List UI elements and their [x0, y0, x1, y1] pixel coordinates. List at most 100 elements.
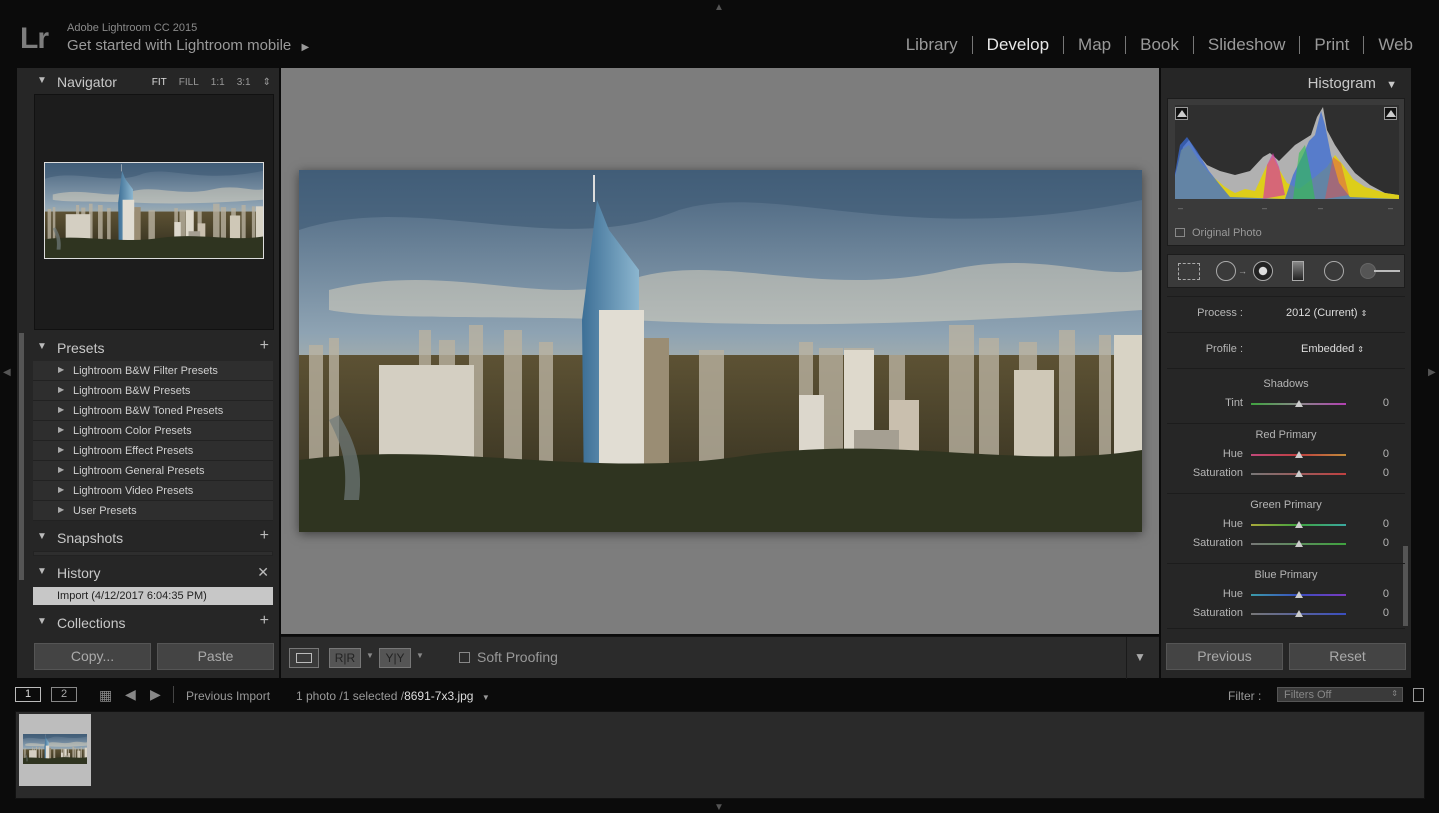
presets-header[interactable]: ▼ Presets +	[17, 336, 279, 360]
preset-folder[interactable]: ▶ Lightroom B&W Presets	[33, 381, 273, 401]
chevron-down-icon[interactable]: ▼	[416, 651, 424, 660]
source-label[interactable]: Previous Import	[186, 689, 270, 703]
slider-value[interactable]: 0	[1383, 588, 1389, 600]
filter-select[interactable]: Filters Off ⇕	[1277, 687, 1403, 702]
right-panel-arrow-icon[interactable]: ▶	[1428, 367, 1436, 378]
paste-button[interactable]: Paste	[157, 643, 274, 670]
expand-triangle-icon[interactable]: ▶	[58, 465, 64, 474]
slider-tint[interactable]: Tint 0	[1161, 397, 1411, 411]
slider-greensat[interactable]: Saturation 0	[1161, 537, 1411, 551]
second-window-button[interactable]: 2	[51, 687, 77, 702]
back-arrow-icon[interactable]: ◀	[125, 686, 136, 703]
expand-triangle-icon[interactable]: ▶	[58, 425, 64, 434]
module-slideshow[interactable]: Slideshow	[1194, 35, 1300, 55]
spot-removal-icon[interactable]	[1216, 261, 1236, 281]
preset-folder[interactable]: ▶ Lightroom Effect Presets	[33, 441, 273, 461]
filmstrip[interactable]	[15, 711, 1425, 799]
preset-folder[interactable]: ▶ Lightroom Color Presets	[33, 421, 273, 441]
main-window-button[interactable]: 1	[15, 687, 41, 702]
preset-folder[interactable]: ▶ User Presets	[33, 501, 273, 521]
module-map[interactable]: Map	[1064, 35, 1125, 55]
add-snapshot-icon[interactable]: +	[260, 527, 269, 545]
zoom-mode-3[interactable]: 3:1	[237, 77, 251, 88]
module-web[interactable]: Web	[1364, 35, 1427, 55]
previous-button[interactable]: Previous	[1166, 643, 1283, 670]
profile-select[interactable]: Embedded ⇕	[1301, 343, 1364, 355]
expand-triangle-icon[interactable]: ▶	[58, 365, 64, 374]
graduated-filter-icon[interactable]	[1292, 261, 1304, 281]
module-print[interactable]: Print	[1300, 35, 1363, 55]
filter-lock-icon[interactable]	[1413, 688, 1424, 702]
radial-filter-icon[interactable]	[1324, 261, 1344, 281]
shadow-clipping-icon[interactable]	[1175, 107, 1188, 120]
navigator-preview[interactable]	[34, 94, 274, 330]
histogram-header[interactable]: Histogram ▼	[1308, 75, 1397, 92]
bottom-panel-arrow-icon[interactable]: ▼	[714, 802, 724, 813]
expand-triangle-icon[interactable]: ▶	[58, 405, 64, 414]
slider-value[interactable]: 0	[1383, 518, 1389, 530]
zoom-mode-2[interactable]: 1:1	[211, 77, 225, 88]
module-develop[interactable]: Develop	[973, 35, 1063, 55]
chevron-down-icon[interactable]: ▼	[366, 651, 374, 660]
expand-triangle-icon[interactable]: ▶	[58, 385, 64, 394]
slider-value[interactable]: 0	[1383, 537, 1389, 549]
process-select[interactable]: 2012 (Current) ⇕	[1286, 307, 1367, 319]
left-panel-arrow-icon[interactable]: ◀	[3, 367, 11, 378]
snapshots-header[interactable]: ▼ Snapshots +	[17, 526, 279, 550]
slider-thumb[interactable]	[1294, 610, 1303, 617]
preset-folder[interactable]: ▶ Lightroom B&W Filter Presets	[33, 361, 273, 381]
filmstrip-image[interactable]	[23, 734, 87, 764]
zoom-mode-1[interactable]: FILL	[179, 77, 199, 88]
history-item[interactable]: Import (4/12/2017 6:04:35 PM)	[33, 587, 273, 605]
loupe-view-icon[interactable]	[289, 648, 319, 668]
reset-button[interactable]: Reset	[1289, 643, 1406, 670]
chevron-down-icon[interactable]: ▼	[482, 693, 490, 702]
soft-proofing-checkbox[interactable]	[459, 652, 470, 663]
expand-triangle-icon[interactable]: ▶	[58, 445, 64, 454]
preset-folder[interactable]: ▶ Lightroom B&W Toned Presets	[33, 401, 273, 421]
slider-redhue[interactable]: Hue 0	[1161, 448, 1411, 462]
module-book[interactable]: Book	[1126, 35, 1193, 55]
original-photo-toggle[interactable]: Original Photo	[1175, 227, 1262, 239]
expand-triangle-icon[interactable]: ▶	[58, 505, 64, 514]
slider-thumb[interactable]	[1294, 591, 1303, 598]
slider-thumb[interactable]	[1294, 400, 1303, 407]
add-collection-icon[interactable]: +	[260, 612, 269, 630]
image-canvas[interactable]	[281, 68, 1159, 634]
slider-value[interactable]: 0	[1383, 467, 1389, 479]
main-photo[interactable]	[299, 170, 1142, 532]
navigator-thumbnail[interactable]	[44, 162, 264, 259]
soft-proofing-toggle[interactable]: Soft Proofing	[459, 649, 558, 665]
red-eye-icon[interactable]	[1253, 261, 1273, 281]
history-header[interactable]: ▼ History ✕	[17, 561, 279, 585]
forward-arrow-icon[interactable]: ▶	[150, 686, 161, 703]
crop-tool-icon[interactable]	[1178, 263, 1200, 280]
histogram-graph[interactable]	[1175, 105, 1399, 199]
module-library[interactable]: Library	[892, 35, 972, 55]
swap-before-after-icon[interactable]: Y|Y	[379, 648, 411, 668]
clear-history-icon[interactable]: ✕	[257, 564, 269, 581]
navigator-header[interactable]: ▼ Navigator FIT FILL 1:1 3:1 ⇕	[17, 70, 279, 94]
file-name[interactable]: 8691-7x3.jpg	[404, 689, 473, 703]
top-panel-arrow-icon[interactable]: ▲	[714, 2, 724, 13]
slider-thumb[interactable]	[1294, 540, 1303, 547]
slider-thumb[interactable]	[1294, 521, 1303, 528]
filmstrip-thumbnail[interactable]	[19, 714, 91, 786]
slider-value[interactable]: 0	[1383, 448, 1389, 460]
add-preset-icon[interactable]: +	[260, 337, 269, 355]
slider-value[interactable]: 0	[1383, 607, 1389, 619]
slider-value[interactable]: 0	[1383, 397, 1389, 409]
zoom-mode-0[interactable]: FIT	[152, 77, 167, 88]
mobile-link[interactable]: Get started with Lightroom mobile ▶	[67, 37, 309, 54]
expand-triangle-icon[interactable]: ▶	[58, 485, 64, 494]
zoom-updown-icon[interactable]: ⇕	[263, 77, 271, 88]
histogram[interactable]: – – – – Original Photo	[1167, 98, 1405, 246]
slider-greenhue[interactable]: Hue 0	[1161, 518, 1411, 532]
before-after-icon[interactable]: R|R	[329, 648, 361, 668]
slider-redsat[interactable]: Saturation 0	[1161, 467, 1411, 481]
original-photo-checkbox[interactable]	[1175, 228, 1185, 237]
slider-thumb[interactable]	[1294, 451, 1303, 458]
copy-button[interactable]: Copy...	[34, 643, 151, 670]
slider-thumb[interactable]	[1294, 470, 1303, 477]
slider-bluesat[interactable]: Saturation 0	[1161, 607, 1411, 621]
